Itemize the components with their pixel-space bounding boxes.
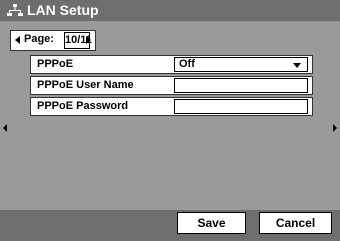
- lan-setup-screen: LAN Setup Page: 10/11 PPPoE Off PPPoE Us…: [0, 0, 340, 241]
- pppoe-user-name-label: PPPoE User Name: [37, 79, 134, 91]
- pppoe-password-row: PPPoE Password: [30, 97, 313, 116]
- scroll-left-icon[interactable]: [3, 124, 7, 132]
- pppoe-user-name-input[interactable]: [174, 78, 308, 93]
- pppoe-label: PPPoE: [37, 58, 74, 70]
- save-button[interactable]: Save: [177, 212, 246, 234]
- scroll-right-icon[interactable]: [333, 124, 337, 132]
- title-bar: LAN Setup: [0, 0, 340, 21]
- chevron-down-icon: [293, 63, 301, 68]
- page-selector[interactable]: Page: 10/11: [10, 30, 96, 51]
- pppoe-value: Off: [179, 58, 195, 70]
- next-page-icon[interactable]: [86, 36, 91, 44]
- pppoe-password-label: PPPoE Password: [37, 100, 129, 112]
- pppoe-row: PPPoE Off: [30, 55, 313, 74]
- cancel-button[interactable]: Cancel: [259, 212, 332, 234]
- pppoe-user-name-row: PPPoE User Name: [30, 76, 313, 95]
- page-label: Page:: [24, 33, 54, 45]
- previous-page-icon[interactable]: [15, 36, 20, 44]
- pppoe-password-input[interactable]: [174, 99, 308, 114]
- window-title: LAN Setup: [27, 2, 99, 18]
- network-icon: [7, 4, 23, 17]
- pppoe-dropdown[interactable]: Off: [174, 57, 308, 72]
